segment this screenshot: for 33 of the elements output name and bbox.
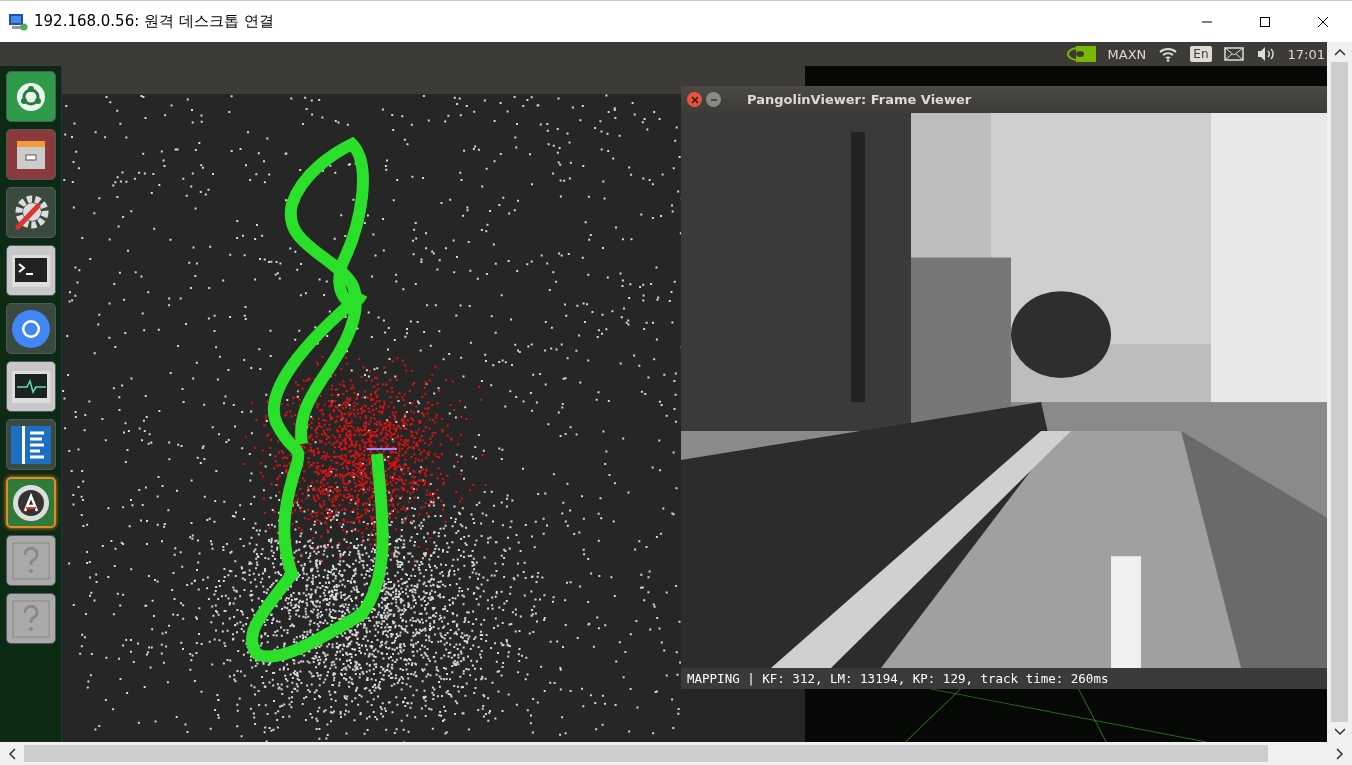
terminal-icon bbox=[10, 253, 51, 288]
power-mode-label[interactable]: MAXN bbox=[1107, 46, 1147, 62]
launcher-item[interactable] bbox=[5, 187, 56, 238]
pulse-monitor-icon bbox=[10, 369, 51, 404]
launcher-item[interactable] bbox=[5, 129, 56, 180]
close-icon bbox=[690, 95, 699, 104]
update-icon bbox=[10, 482, 51, 523]
launcher-item[interactable] bbox=[5, 245, 56, 296]
launcher-item[interactable] bbox=[5, 593, 56, 644]
monitor-icon bbox=[8, 11, 28, 32]
eye-logo-icon bbox=[1065, 46, 1096, 62]
close-button[interactable] bbox=[687, 92, 702, 107]
window-title: 192.168.0.56: 원격 데스크톱 연결 bbox=[34, 12, 274, 31]
wifi-icon[interactable] bbox=[1158, 46, 1179, 62]
window-title: PangolinViewer: Frame Viewer bbox=[747, 92, 972, 107]
document-icon bbox=[9, 424, 52, 465]
browser-icon bbox=[10, 308, 51, 349]
launcher-item[interactable] bbox=[5, 535, 56, 586]
launcher-item[interactable] bbox=[5, 419, 56, 470]
launcher-item[interactable] bbox=[5, 361, 56, 412]
question-mark-icon bbox=[10, 540, 51, 581]
launcher-item[interactable] bbox=[5, 477, 56, 528]
launcher-item[interactable] bbox=[5, 71, 56, 122]
keyboard-layout-indicator[interactable]: En bbox=[1190, 46, 1212, 62]
maximize-icon bbox=[1259, 15, 1271, 28]
clock[interactable]: 17:01 bbox=[1287, 46, 1325, 62]
close-icon bbox=[1317, 15, 1329, 28]
question-mark-icon bbox=[10, 598, 51, 639]
status-text: MAPPING | KF: 312, LM: 13194, KP: 129, track time: 260ms bbox=[687, 671, 1109, 686]
minimize-button[interactable] bbox=[706, 92, 721, 107]
volume-icon[interactable] bbox=[1255, 46, 1276, 62]
launcher-item[interactable] bbox=[5, 303, 56, 354]
mail-icon[interactable] bbox=[1223, 47, 1244, 61]
